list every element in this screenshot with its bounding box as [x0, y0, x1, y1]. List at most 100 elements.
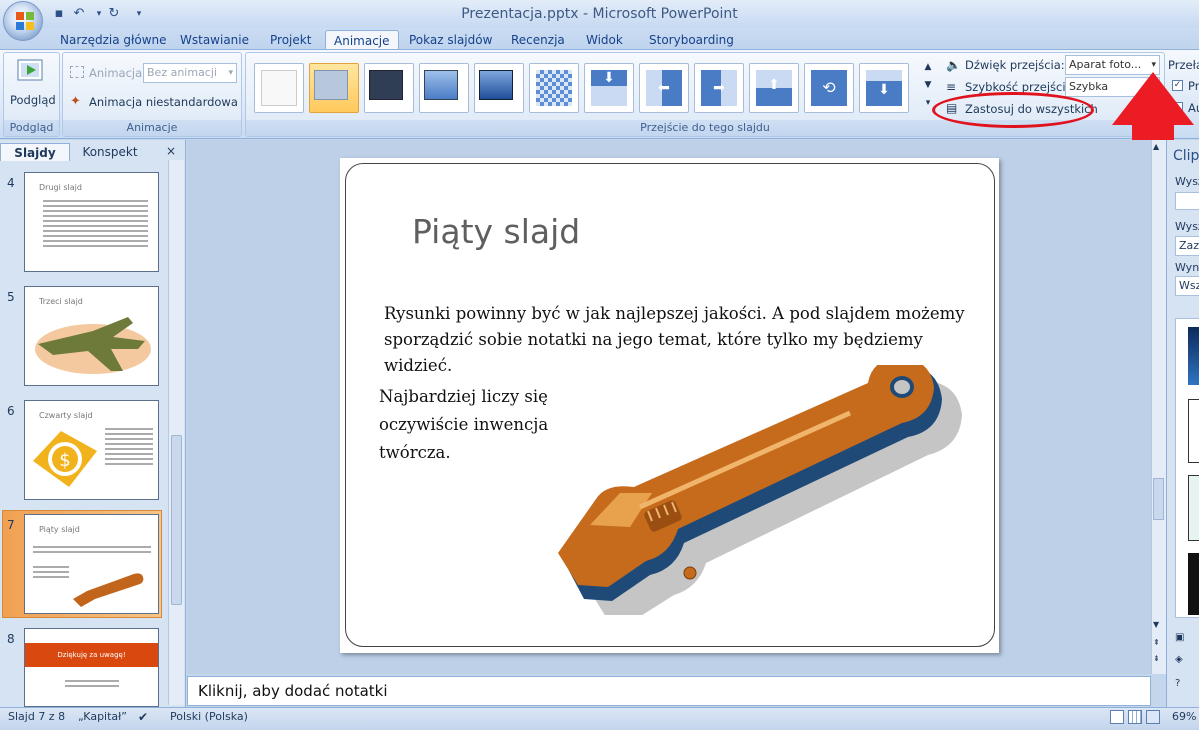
- gallery-up-icon: ▲: [924, 62, 932, 72]
- status-theme[interactable]: „Kapitał”: [78, 710, 127, 723]
- arrow-left-icon: ⬅: [646, 70, 682, 106]
- previous-slide-icon[interactable]: ⇞: [1153, 638, 1160, 647]
- slide-thumbnail-6[interactable]: Czwarty slajd $: [24, 400, 159, 500]
- transition-cut[interactable]: [419, 63, 469, 113]
- preview-icon: [17, 59, 43, 81]
- animations-group-label: Animacje: [63, 120, 241, 136]
- transition-wipe-left[interactable]: ⬅: [639, 63, 689, 113]
- speed-value: Szybka: [1069, 80, 1109, 93]
- sound-label: Dźwięk przejścia:: [965, 58, 1065, 72]
- transition-push-down[interactable]: ⬇: [859, 63, 909, 113]
- slide-thumb-lines: [105, 425, 153, 468]
- clipart-item[interactable]: [1188, 327, 1199, 385]
- office-button[interactable]: [3, 1, 43, 41]
- next-slide-icon[interactable]: ⇟: [1153, 654, 1160, 663]
- slide-vertical-scrollbar[interactable]: ▲ ▼ ⇞ ⇟: [1151, 140, 1166, 674]
- slide-title[interactable]: Piąty slajd: [412, 212, 580, 251]
- tab-outline[interactable]: Konspekt: [70, 143, 150, 161]
- transition-wipe-up[interactable]: ⬆: [749, 63, 799, 113]
- slides-scrollbar[interactable]: [168, 160, 184, 705]
- status-language[interactable]: Polski (Polska): [170, 710, 248, 723]
- clipart-online-icon[interactable]: ◈: [1175, 654, 1183, 665]
- search-in-label: Wysz: [1175, 220, 1199, 233]
- slide-thumbnail-5[interactable]: Trzeci slajd: [24, 286, 159, 386]
- transition-none[interactable]: [254, 63, 304, 113]
- arrow-right-icon: ➡: [701, 70, 737, 106]
- search-input[interactable]: [1175, 192, 1199, 210]
- tab-slideshow[interactable]: Pokaz slajdów: [401, 30, 500, 50]
- slide-thumbnail-7[interactable]: Piąty slajd: [24, 514, 159, 614]
- search-for-label: Wysz: [1175, 175, 1199, 188]
- clipart-item[interactable]: [1188, 475, 1199, 541]
- tab-animations[interactable]: Animacje: [325, 30, 399, 50]
- transition-fade-black[interactable]: [364, 63, 414, 113]
- organize-clips-icon[interactable]: ▣: [1175, 632, 1184, 643]
- animate-combo[interactable]: Bez animacji ▾: [143, 63, 237, 83]
- custom-animation-button[interactable]: Animacja niestandardowa: [89, 95, 238, 109]
- svg-text:$: $: [59, 450, 70, 471]
- tab-design[interactable]: Projekt: [262, 30, 319, 50]
- wrench-thumb-image: [73, 573, 144, 607]
- clipart-item[interactable]: [1188, 553, 1199, 615]
- results-combo[interactable]: Wszy: [1175, 276, 1199, 296]
- transition-cut-black[interactable]: [474, 63, 524, 113]
- preview-group-label: Podgląd: [4, 120, 59, 136]
- tab-view[interactable]: Widok: [578, 30, 631, 50]
- slide-thumb-lines: [33, 543, 151, 556]
- slide-number: 8: [7, 632, 15, 646]
- scroll-thumb[interactable]: [1153, 478, 1164, 520]
- scroll-up-icon[interactable]: ▲: [1153, 142, 1159, 151]
- slide-number: 6: [7, 404, 15, 418]
- notes-pane[interactable]: Kliknij, aby dodać notatki: [187, 676, 1151, 706]
- slide-thumbnail-8[interactable]: Dziękuję za uwagę!: [24, 628, 159, 707]
- transition-wipe-down[interactable]: ⬇: [584, 63, 634, 113]
- status-zoom[interactable]: 69%: [1172, 710, 1196, 723]
- slide-thumb-title: Trzeci slajd: [39, 297, 83, 306]
- slide-left-text[interactable]: Najbardziej liczy się oczywiście inwencj…: [379, 383, 559, 467]
- custom-animation-icon: ✦: [70, 94, 81, 109]
- preview-button-label[interactable]: Podgląd: [10, 93, 56, 107]
- tab-review[interactable]: Recenzja: [503, 30, 573, 50]
- clipart-panel: Clipa Wysz Wysz Zazn Wyni Wszy ▣ ◈ ?: [1166, 140, 1199, 707]
- clipart-results[interactable]: [1175, 318, 1199, 618]
- slide-thumb-lines: [65, 677, 119, 690]
- results-label: Wyni: [1175, 261, 1199, 274]
- transition-fade-smoothly[interactable]: [309, 63, 359, 113]
- clipart-panel-title: Clipa: [1173, 148, 1199, 164]
- slide-thumb-title: Piąty slajd: [39, 525, 80, 534]
- close-panel-icon[interactable]: ×: [166, 144, 176, 158]
- transition-wipe-right[interactable]: ➡: [694, 63, 744, 113]
- scroll-down-icon[interactable]: ▼: [1153, 620, 1159, 629]
- transition-shape-circle[interactable]: ⟲: [804, 63, 854, 113]
- wrench-image[interactable]: [550, 365, 970, 615]
- arrow-down-icon: ⬇: [591, 70, 627, 106]
- highlight-ellipse: [932, 92, 1094, 128]
- tab-insert[interactable]: Wstawianie: [172, 30, 257, 50]
- search-in-combo[interactable]: Zazn: [1175, 236, 1199, 256]
- animate-label: Animacja:: [89, 66, 147, 80]
- slide-number: 4: [7, 176, 15, 190]
- tab-slides[interactable]: Slajdy: [0, 143, 70, 161]
- clipart-item[interactable]: [1188, 399, 1199, 463]
- slide-thumb-title: Czwarty slajd: [39, 411, 93, 420]
- speed-icon: ≡: [946, 80, 957, 94]
- help-icon[interactable]: ?: [1175, 678, 1180, 689]
- office-logo-icon: [16, 12, 34, 30]
- slide-sorter-icon[interactable]: [1128, 710, 1142, 724]
- slide-thumbnail-4[interactable]: Drugi slajd: [24, 172, 159, 272]
- sound-icon: 🔈: [946, 58, 961, 72]
- normal-view-icon[interactable]: [1110, 710, 1124, 724]
- tab-home[interactable]: Narzędzia główne: [52, 30, 175, 50]
- slide-thumb-lines: [43, 197, 148, 250]
- transition-dissolve[interactable]: [529, 63, 579, 113]
- slide-number: 5: [7, 290, 15, 304]
- circle-arrows-icon: ⟲: [811, 70, 847, 106]
- dollar-icon: $: [33, 431, 97, 487]
- preview-button[interactable]: [14, 56, 48, 90]
- slide-thumb-lines: [33, 563, 69, 581]
- slideshow-view-icon[interactable]: [1146, 710, 1160, 724]
- spellcheck-icon[interactable]: ✔: [138, 710, 148, 724]
- animate-value: Bez animacji: [147, 66, 217, 79]
- tab-storyboarding[interactable]: Storyboarding: [641, 30, 742, 50]
- slide-thumb-title: Dziękuję za uwagę!: [25, 643, 158, 667]
